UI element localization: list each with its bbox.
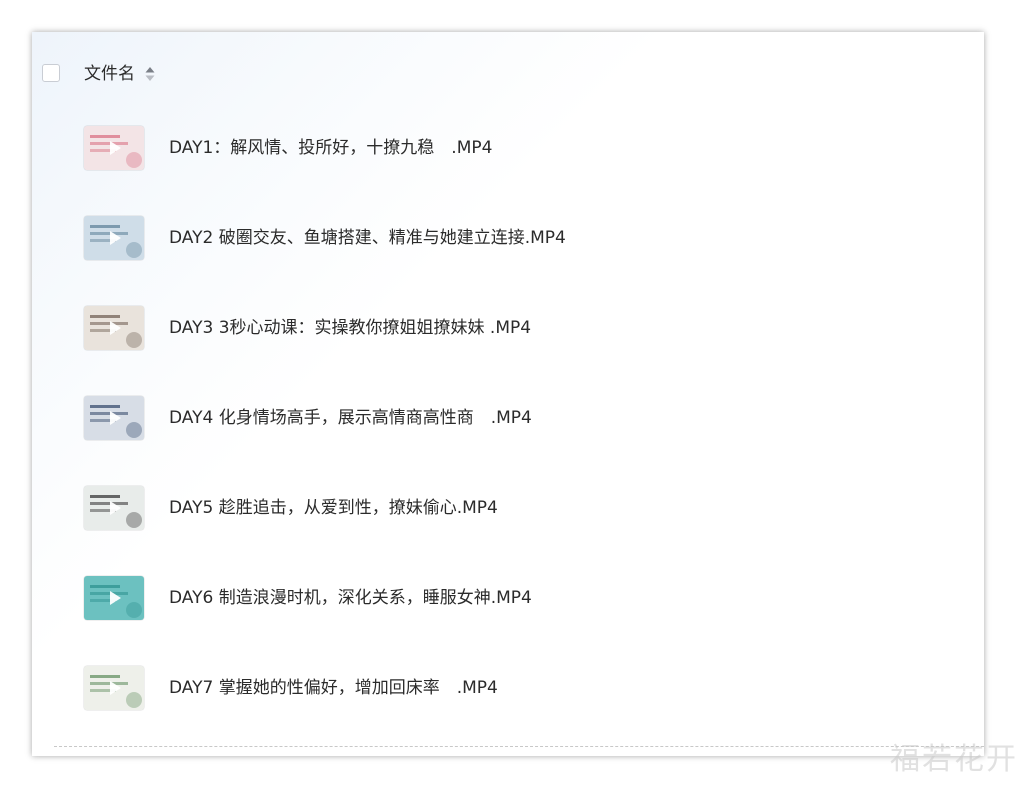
file-row[interactable]: DAY6 制造浪漫时机，深化关系，睡服女神.MP4 (32, 576, 984, 666)
video-thumbnail[interactable] (84, 486, 144, 530)
file-row[interactable]: DAY1：解风情、投所好，十撩九稳 .MP4 (32, 126, 984, 216)
file-row[interactable]: DAY7 掌握她的性偏好，增加回床率 .MP4 (32, 666, 984, 756)
video-thumbnail[interactable] (84, 306, 144, 350)
file-name[interactable]: DAY7 掌握她的性偏好，增加回床率 .MP4 (169, 677, 498, 699)
video-thumbnail[interactable] (84, 216, 144, 260)
list-header: 文件名 (32, 58, 984, 92)
file-row[interactable]: DAY3 3秒心动课：实操教你撩姐姐撩妹妹 .MP4 (32, 306, 984, 396)
file-name[interactable]: DAY3 3秒心动课：实操教你撩姐姐撩妹妹 .MP4 (169, 317, 531, 339)
file-name[interactable]: DAY2 破圈交友、鱼塘搭建、精准与她建立连接.MP4 (169, 227, 566, 249)
video-thumbnail[interactable] (84, 396, 144, 440)
file-list-panel: 文件名 DAY1：解风情、投所好，十撩九稳 .MP4 DAY2 破圈交友、鱼塘搭建… (32, 32, 984, 756)
select-all-checkbox[interactable] (42, 64, 60, 82)
video-thumbnail[interactable] (84, 666, 144, 710)
file-name[interactable]: DAY6 制造浪漫时机，深化关系，睡服女神.MP4 (169, 587, 532, 609)
file-row[interactable]: DAY4 化身情场高手，展示高情商高性商 .MP4 (32, 396, 984, 486)
file-name[interactable]: DAY5 趁胜追击，从爱到性，撩妹偷心.MP4 (169, 497, 498, 519)
file-row[interactable]: DAY5 趁胜追击，从爱到性，撩妹偷心.MP4 (32, 486, 984, 576)
column-title-filename[interactable]: 文件名 (84, 63, 135, 85)
video-thumbnail[interactable] (84, 126, 144, 170)
file-row[interactable]: DAY2 破圈交友、鱼塘搭建、精准与她建立连接.MP4 (32, 216, 984, 306)
file-name[interactable]: DAY4 化身情场高手，展示高情商高性商 .MP4 (169, 407, 532, 429)
list-bottom-divider (54, 746, 984, 747)
watermark-text: 福若花开 (890, 742, 1016, 777)
file-name[interactable]: DAY1：解风情、投所好，十撩九稳 .MP4 (169, 137, 492, 159)
sort-icon[interactable] (145, 66, 155, 82)
screenshot-stage: 文件名 DAY1：解风情、投所好，十撩九稳 .MP4 DAY2 破圈交友、鱼塘搭建… (0, 0, 1016, 788)
video-thumbnail[interactable] (84, 576, 144, 620)
